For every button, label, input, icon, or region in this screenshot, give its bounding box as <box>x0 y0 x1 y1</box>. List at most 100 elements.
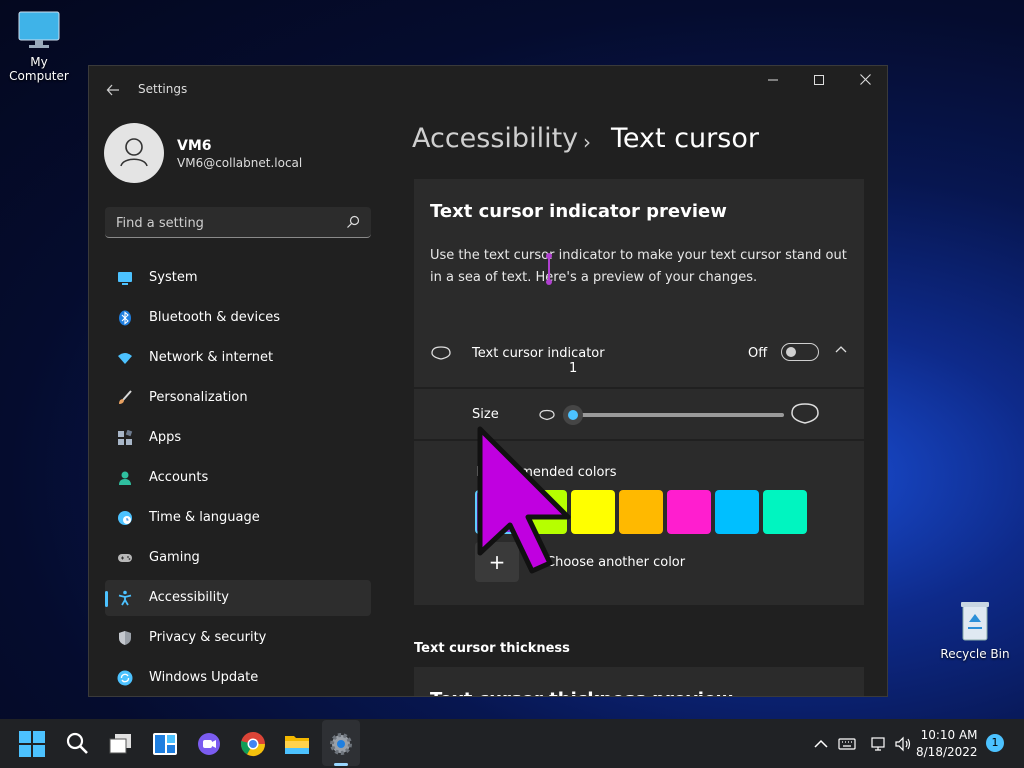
sidebar-item-label: Time & language <box>149 510 260 525</box>
small-indicator-icon <box>539 409 555 421</box>
active-app-indicator <box>334 763 348 766</box>
desktop-icon-recycle-bin[interactable]: Recycle Bin <box>940 598 1010 661</box>
sidebar-item-label: Bluetooth & devices <box>149 310 280 325</box>
sidebar-item-label: Accounts <box>149 470 209 485</box>
apps-icon <box>118 430 133 445</box>
user-name: VM6 <box>177 138 212 154</box>
clock-time: 10:10 AM <box>920 728 978 742</box>
sidebar-item-gaming[interactable]: Gaming <box>105 540 371 576</box>
close-icon <box>859 74 871 85</box>
settings-gear-icon[interactable] <box>326 729 356 759</box>
sidebar-item-label: Apps <box>149 430 182 445</box>
indicator-toggle[interactable] <box>781 343 819 361</box>
breadcrumb-separator: › <box>583 130 591 154</box>
indicator-state: Off <box>748 346 768 361</box>
sidebar-item-privacy-security[interactable]: Privacy & security <box>105 620 371 656</box>
notification-badge[interactable]: 1 <box>986 734 1004 752</box>
title-bar: Settings <box>89 66 887 114</box>
preview-description: Use the text cursor indicator to make yo… <box>430 248 847 285</box>
size-label: Size <box>472 407 499 422</box>
shield-icon <box>119 631 131 645</box>
sidebar-item-system[interactable]: System <box>105 260 371 296</box>
back-arrow-icon <box>106 84 119 96</box>
recycle-bin-icon <box>961 602 989 641</box>
size-slider-thumb[interactable] <box>563 405 583 425</box>
widgets-icon[interactable] <box>150 729 180 759</box>
text-cursor-caret <box>546 253 552 285</box>
back-button[interactable] <box>101 78 125 102</box>
color-swatch[interactable] <box>667 490 711 534</box>
accessibility-icon <box>118 590 132 606</box>
mouse-pointer-icon <box>477 426 571 574</box>
sidebar-item-label: Network & internet <box>149 350 274 365</box>
thickness-preview-title: Text cursor thickness preview <box>430 689 733 696</box>
search-icon[interactable] <box>345 214 361 230</box>
user-icon <box>120 138 148 167</box>
color-swatch[interactable] <box>763 490 807 534</box>
sidebar-item-label: Accessibility <box>149 590 229 605</box>
clock[interactable]: 10:10 AM 8/18/2022 <box>916 727 978 761</box>
task-view-icon[interactable] <box>106 729 136 759</box>
desktop-icon-label: My Computer <box>9 55 69 83</box>
volume-icon[interactable] <box>894 735 912 753</box>
chrome-icon[interactable] <box>238 729 268 759</box>
sidebar-item-network[interactable]: Network & internet <box>105 340 371 376</box>
clock-date: 8/18/2022 <box>916 745 978 759</box>
file-explorer-icon[interactable] <box>282 729 312 759</box>
minimize-icon <box>768 79 778 81</box>
sidebar-item-label: Personalization <box>149 390 248 405</box>
cursor-indicator-icon <box>431 346 451 360</box>
desktop-icon-my-computer[interactable]: My Computer <box>0 10 78 83</box>
sidebar-item-label: Privacy & security <box>149 630 267 645</box>
brush-icon <box>119 390 132 404</box>
sidebar-item-accounts[interactable]: Accounts <box>105 460 371 496</box>
sidebar-nav: System Bluetooth & devices Network & int… <box>105 260 371 696</box>
sidebar-item-time-language[interactable]: Time & language <box>105 500 371 536</box>
large-indicator-icon <box>791 403 819 424</box>
sidebar-item-accessibility[interactable]: Accessibility <box>105 580 371 616</box>
desktop-icon-label: Recycle Bin <box>940 647 1010 661</box>
close-button[interactable] <box>842 66 887 98</box>
accounts-icon <box>119 471 131 485</box>
preview-card: Text cursor indicator preview Use the te… <box>414 179 864 342</box>
minimize-button[interactable] <box>750 66 796 98</box>
size-slider-track[interactable] <box>574 413 784 417</box>
update-icon <box>117 670 133 686</box>
breadcrumb-parent[interactable]: Accessibility <box>412 123 578 154</box>
sidebar-item-bluetooth[interactable]: Bluetooth & devices <box>105 300 371 336</box>
network-icon[interactable] <box>870 735 888 753</box>
chevron-up-icon[interactable] <box>812 735 830 753</box>
text-cursor-indicator-row[interactable]: Text cursor indicator Off <box>414 319 864 387</box>
size-value-tooltip: 1 <box>569 361 578 376</box>
search-input[interactable] <box>105 207 348 239</box>
system-icon <box>118 272 132 285</box>
maximize-icon <box>814 75 824 85</box>
wifi-icon <box>118 353 132 364</box>
sidebar-item-label: Gaming <box>149 550 200 565</box>
thickness-preview-card: Text cursor thickness preview <box>414 667 864 696</box>
gamepad-icon <box>118 554 132 562</box>
clock-globe-icon <box>118 511 132 525</box>
color-swatch[interactable] <box>715 490 759 534</box>
settings-window: Settings VM6 VM6@collabnet.local System … <box>88 65 888 697</box>
keyboard-icon[interactable] <box>838 735 856 753</box>
indicator-label: Text cursor indicator <box>472 346 605 361</box>
sidebar-item-windows-update[interactable]: Windows Update <box>105 660 371 696</box>
taskbar: 10:10 AM 8/18/2022 1 <box>0 719 1024 768</box>
chevron-up-icon[interactable] <box>834 343 848 357</box>
search-icon[interactable] <box>62 729 92 759</box>
user-email: VM6@collabnet.local <box>177 156 303 170</box>
toggle-knob <box>786 347 796 357</box>
color-swatch[interactable] <box>619 490 663 534</box>
maximize-button[interactable] <box>796 66 842 98</box>
sidebar-item-label: Windows Update <box>149 670 259 685</box>
sidebar-item-personalization[interactable]: Personalization <box>105 380 371 416</box>
page-title: Text cursor <box>611 123 759 154</box>
sidebar-item-apps[interactable]: Apps <box>105 420 371 456</box>
bluetooth-icon <box>119 310 131 326</box>
thickness-section-label: Text cursor thickness <box>414 641 570 656</box>
start-icon[interactable] <box>18 730 46 758</box>
avatar[interactable] <box>104 123 164 183</box>
sidebar-item-label: System <box>149 270 198 285</box>
chat-icon[interactable] <box>194 729 224 759</box>
